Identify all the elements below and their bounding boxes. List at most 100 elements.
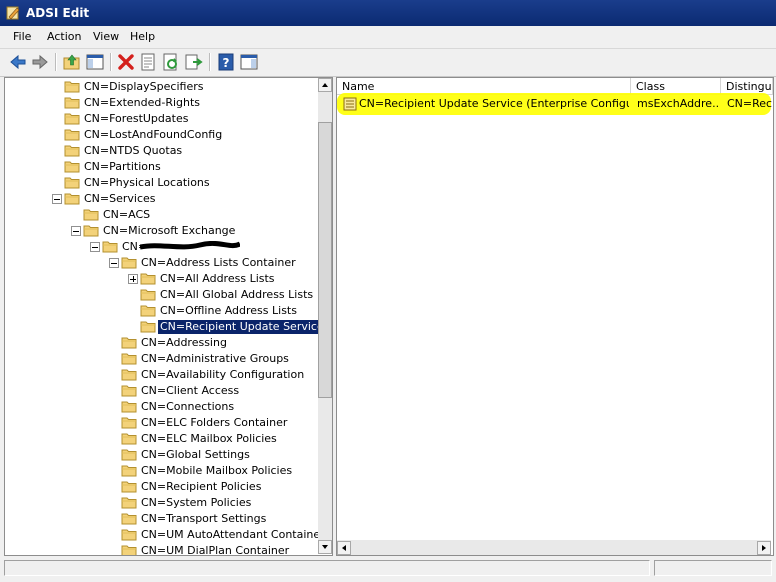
folder-icon xyxy=(121,480,137,493)
scroll-left-button[interactable] xyxy=(337,541,351,555)
row-dn-cell: CN=Reci xyxy=(727,97,773,110)
folder-icon xyxy=(121,528,137,541)
menu-view[interactable]: View xyxy=(93,30,119,43)
folder-icon xyxy=(64,176,80,189)
collapse-minus-icon[interactable] xyxy=(109,258,119,268)
tree-pane[interactable]: CN=UM DialPlan Container CN=UM AutoAttend… xyxy=(4,77,333,556)
toolbar-separator xyxy=(55,53,57,71)
object-entry-icon xyxy=(343,97,357,111)
row-class-cell: msExchAddre... xyxy=(637,97,719,110)
folder-icon xyxy=(64,112,80,125)
show-hide-tree-icon[interactable] xyxy=(85,52,105,72)
back-arrow-icon[interactable] xyxy=(8,52,28,72)
folder-icon xyxy=(121,448,137,461)
scroll-right-arrow-icon xyxy=(762,545,766,551)
folder-icon xyxy=(121,336,137,349)
scroll-up-button[interactable] xyxy=(318,78,332,92)
tree-node-label: CN=Microsoft Exchange xyxy=(103,224,236,237)
properties-icon[interactable] xyxy=(138,52,158,72)
collapse-minus-icon[interactable] xyxy=(90,242,100,252)
scroll-right-button[interactable] xyxy=(757,541,771,555)
folder-icon xyxy=(83,208,99,221)
folder-icon xyxy=(64,96,80,109)
svg-text:?: ? xyxy=(223,56,230,70)
tree-node-label: CN=UM AutoAttendant Container xyxy=(141,528,325,541)
folder-icon xyxy=(121,352,137,365)
tree-node-label: CN=ELC Mailbox Policies xyxy=(141,432,277,445)
folder-icon xyxy=(64,144,80,157)
tree-node-label: CN=All Address Lists xyxy=(160,272,275,285)
tree-node-label: CN=ForestUpdates xyxy=(84,112,189,125)
tree-node-label: CN=NTDS Quotas xyxy=(84,144,183,157)
folder-icon xyxy=(83,224,99,237)
folder-icon xyxy=(121,384,137,397)
status-bar xyxy=(0,557,776,582)
list-horizontal-scrollbar[interactable] xyxy=(337,540,771,555)
expand-plus-icon[interactable] xyxy=(128,274,138,284)
folder-icon xyxy=(121,464,137,477)
tree-node-label: CN=Client Access xyxy=(141,384,240,397)
tree-node-label: CN=Addressing xyxy=(141,336,227,349)
action-pane-icon[interactable] xyxy=(239,52,259,72)
tree-node-label: CN=Connections xyxy=(141,400,235,413)
tree-node-label: CN=Recipient Update Services xyxy=(158,320,332,334)
status-pane-secondary xyxy=(654,560,772,576)
collapse-minus-icon[interactable] xyxy=(71,226,81,236)
scroll-down-arrow-icon xyxy=(322,545,328,549)
toolbar-separator xyxy=(209,53,211,71)
export-list-icon[interactable] xyxy=(184,52,204,72)
status-pane-main xyxy=(4,560,650,576)
details-list-pane[interactable]: Name Class Distinguis CN=Recipient Updat… xyxy=(336,77,774,556)
tree-node-label: CN=Administrative Groups xyxy=(141,352,289,365)
help-icon[interactable]: ? xyxy=(216,52,236,72)
folder-icon xyxy=(121,512,137,525)
refresh-icon[interactable] xyxy=(161,52,181,72)
collapse-minus-icon[interactable] xyxy=(52,194,62,204)
tree-node-label: CN=Extended-Rights xyxy=(84,96,201,109)
tree-vertical-scrollbar[interactable] xyxy=(318,78,332,554)
menu-action[interactable]: Action xyxy=(47,30,81,43)
tree-node-label: CN=Availability Configuration xyxy=(141,368,305,381)
folder-icon xyxy=(64,128,80,141)
tree-node-label: CN=Partitions xyxy=(84,160,161,173)
scroll-left-arrow-icon xyxy=(342,545,346,551)
folder-icon xyxy=(121,496,137,509)
tree-node-label: CN=Address Lists Container xyxy=(141,256,296,269)
folder-icon xyxy=(121,368,137,381)
menu-help[interactable]: Help xyxy=(130,30,155,43)
title-bar: ADSI Edit xyxy=(0,0,776,26)
folder-icon xyxy=(102,240,118,253)
tree-node-label: CN=UM DialPlan Container xyxy=(141,544,290,556)
folder-icon xyxy=(140,272,156,285)
scroll-up-arrow-icon xyxy=(322,83,328,87)
tree-node-label: CN=Recipient Policies xyxy=(141,480,262,493)
toolbar-separator xyxy=(110,53,112,71)
tree-node-label: CN=Physical Locations xyxy=(84,176,210,189)
folder-icon xyxy=(64,80,80,93)
tree-node-label: CN=DisplaySpecifiers xyxy=(84,80,204,93)
tree-node-label: CN=All Global Address Lists xyxy=(160,288,314,301)
forward-arrow-icon[interactable] xyxy=(30,52,50,72)
tree-node-label: CN=LostAndFoundConfig xyxy=(84,128,223,141)
folder-icon xyxy=(121,256,137,269)
delete-icon[interactable] xyxy=(116,52,136,72)
tree-node-label: CN=Global Settings xyxy=(141,448,250,461)
folder-icon xyxy=(121,416,137,429)
tree-node-label: CN=Transport Settings xyxy=(141,512,267,525)
window-title: ADSI Edit xyxy=(26,6,90,20)
folder-icon xyxy=(140,304,156,317)
folder-icon xyxy=(121,400,137,413)
menu-file[interactable]: File xyxy=(13,30,31,43)
folder-icon xyxy=(64,192,80,205)
folder-icon xyxy=(121,544,137,555)
list-row[interactable]: CN=Recipient Update Service (Enterprise … xyxy=(337,93,773,115)
redaction-scribble xyxy=(139,240,242,256)
row-name-cell: CN=Recipient Update Service (Enterprise … xyxy=(359,97,629,110)
folder-icon xyxy=(140,320,156,333)
tree-node-label: CN=ACS xyxy=(103,208,151,221)
adsi-edit-app-icon xyxy=(6,6,20,20)
tree-node-label: CN=Mobile Mailbox Policies xyxy=(141,464,293,477)
scroll-down-button[interactable] xyxy=(318,540,332,554)
up-folder-icon[interactable] xyxy=(62,52,82,72)
tree-scroll-thumb[interactable] xyxy=(318,122,332,398)
